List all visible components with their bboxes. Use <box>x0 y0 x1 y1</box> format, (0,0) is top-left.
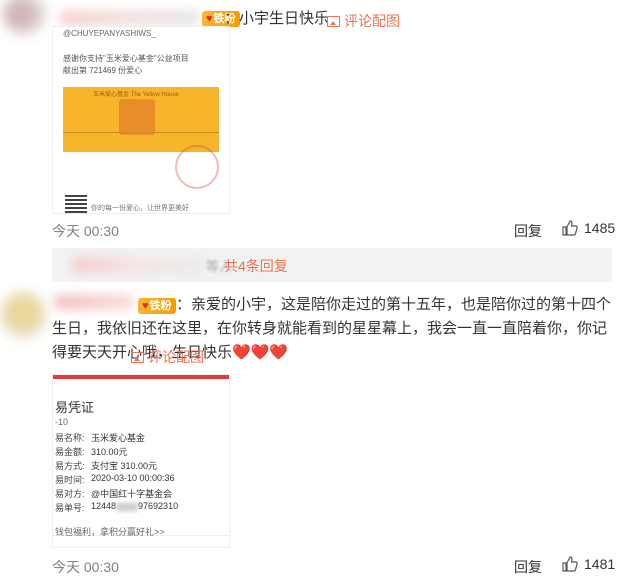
receipt-title: 易凭证 <box>55 400 95 415</box>
cert-handle: @CHUYEPANYASHIWS_ <box>63 29 156 38</box>
comment-time: 今天 00:30 <box>52 559 119 575</box>
redacted-digits <box>116 502 139 511</box>
like-button[interactable]: 1485 <box>562 220 615 236</box>
receipt-top-bar <box>53 375 229 379</box>
more-replies-link[interactable]: 共4条回复 <box>224 256 288 276</box>
receipt-row: 易方式: 支付宝 310.00元 <box>55 461 158 471</box>
sub-reply-bar[interactable]: 等人 共4条回复 <box>52 248 612 282</box>
receipt-row: 易时间: 2020-03-10 00:00:36 <box>55 473 175 485</box>
receipt-row: 易金额: 310.00元 <box>55 447 128 457</box>
heart-icon: ♥ <box>206 13 213 25</box>
reply-button[interactable]: 回复 <box>514 221 542 241</box>
house-icon <box>119 99 155 135</box>
avatar[interactable] <box>0 292 46 338</box>
comment-text: ：小宇生日快乐 <box>224 10 330 27</box>
image-icon <box>327 15 340 27</box>
cert-line-2: 献出第 721469 份爱心 <box>63 66 143 75</box>
view-image-link[interactable]: 评论配图 <box>131 347 204 367</box>
image-icon <box>131 351 144 363</box>
receipt-date: -10 <box>55 417 69 427</box>
comment-image[interactable]: 易凭证 -10 易名称: 玉米爱心基金 易金额: 310.00元 易方式: 支付宝 3… <box>52 374 230 548</box>
comment-time: 今天 00:30 <box>52 223 119 239</box>
thumbs-up-icon <box>562 556 578 572</box>
cert-footer: 你的每一份爱心，让世界更美好 <box>91 205 189 212</box>
receipt-row: 易名称: 玉米爱心基金 <box>55 433 146 443</box>
like-count: 1485 <box>584 220 616 236</box>
like-count: 1481 <box>584 556 616 572</box>
stamp <box>175 145 219 189</box>
thumbs-up-icon <box>562 220 578 236</box>
reply-username <box>72 257 202 273</box>
reply-button[interactable]: 回复 <box>514 557 542 577</box>
cert-banner-text: 玉米爱心基金 The Yellow House <box>93 92 179 98</box>
receipt-row: 易对方: @中国红十字基金会 <box>55 489 173 499</box>
cert-line-1: 感谢你支持"玉米爱心基金"公益项目 <box>63 54 189 63</box>
comment-image[interactable]: @CHUYEPANYASHIWS_ 感谢你支持"玉米爱心基金"公益项目 献出第 … <box>52 26 230 214</box>
username[interactable] <box>60 10 200 26</box>
receipt-footer: 钱包福利，拿积分赢好礼>> <box>55 527 165 537</box>
comment-2: ♥铁粉 ：亲爱的小宇，这是陪你走过的第十五年，也是陪你过的第十四个生日，我依旧还… <box>0 288 630 583</box>
view-image-link[interactable]: 评论配图 <box>327 11 400 31</box>
qr-code <box>65 195 87 213</box>
cert-banner: 玉米爱心基金 The Yellow House <box>63 87 219 152</box>
receipt-row: 易单号: 12448 97692310 <box>55 501 179 513</box>
avatar[interactable] <box>2 0 46 34</box>
like-button[interactable]: 1481 <box>562 556 615 572</box>
comment-1: ♥铁粉 ：小宇生日快乐 评论配图 @CHUYEPANYASHIWS_ 感谢你支持… <box>0 0 630 248</box>
